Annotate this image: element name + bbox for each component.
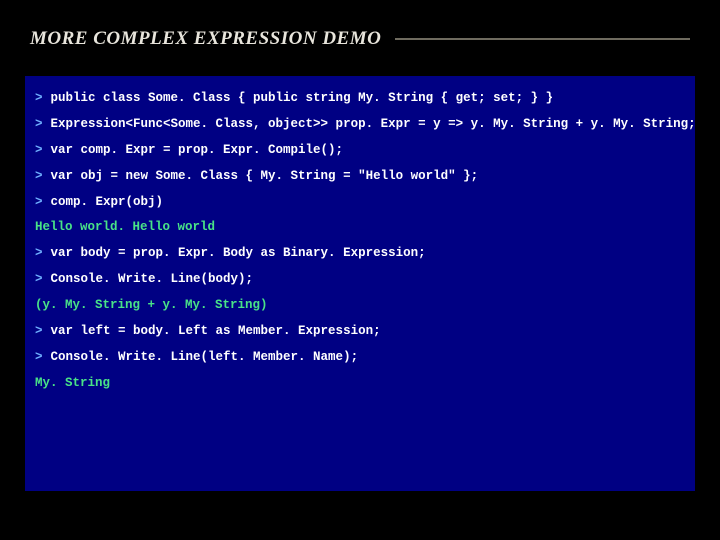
prompt-icon: > [33, 168, 51, 185]
console-input-line: >Console. Write. Line(left. Member. Name… [33, 349, 687, 366]
prompt-icon: > [33, 271, 51, 288]
command-text: var body = prop. Expr. Body as Binary. E… [51, 245, 426, 262]
slide: MORE COMPLEX EXPRESSION DEMO >public cla… [0, 0, 720, 540]
command-text: var comp. Expr = prop. Expr. Compile(); [51, 142, 344, 159]
prompt-icon: > [33, 245, 51, 262]
prompt-icon: > [33, 349, 51, 366]
command-text: Console. Write. Line(body); [51, 271, 254, 288]
console-panel: >public class Some. Class { public strin… [25, 76, 695, 491]
prompt-icon: > [33, 194, 51, 211]
console-input-line: >var body = prop. Expr. Body as Binary. … [33, 245, 687, 262]
prompt-icon: > [33, 142, 51, 159]
console-output-line: My. String [33, 375, 687, 392]
command-text: var left = body. Left as Member. Express… [51, 323, 381, 340]
console-output-line: Hello world. Hello world [33, 219, 687, 236]
command-text: var obj = new Some. Class { My. String =… [51, 168, 479, 185]
command-text: Expression<Func<Some. Class, object>> pr… [51, 116, 696, 133]
title-rule [395, 38, 690, 40]
prompt-icon: > [33, 90, 51, 107]
command-text: Console. Write. Line(left. Member. Name)… [51, 349, 359, 366]
console-input-line: >public class Some. Class { public strin… [33, 90, 687, 107]
prompt-icon: > [33, 116, 51, 133]
console-input-line: >var comp. Expr = prop. Expr. Compile(); [33, 142, 687, 159]
console-input-line: >Console. Write. Line(body); [33, 271, 687, 288]
console-output-line: (y. My. String + y. My. String) [33, 297, 687, 314]
command-text: public class Some. Class { public string… [51, 90, 554, 107]
console-input-line: >var obj = new Some. Class { My. String … [33, 168, 687, 185]
title-row: MORE COMPLEX EXPRESSION DEMO [0, 0, 720, 56]
slide-title: MORE COMPLEX EXPRESSION DEMO [30, 28, 395, 50]
prompt-icon: > [33, 323, 51, 340]
command-text: comp. Expr(obj) [51, 194, 164, 211]
console-input-line: >comp. Expr(obj) [33, 194, 687, 211]
console-input-line: >Expression<Func<Some. Class, object>> p… [33, 116, 687, 133]
console-input-line: >var left = body. Left as Member. Expres… [33, 323, 687, 340]
